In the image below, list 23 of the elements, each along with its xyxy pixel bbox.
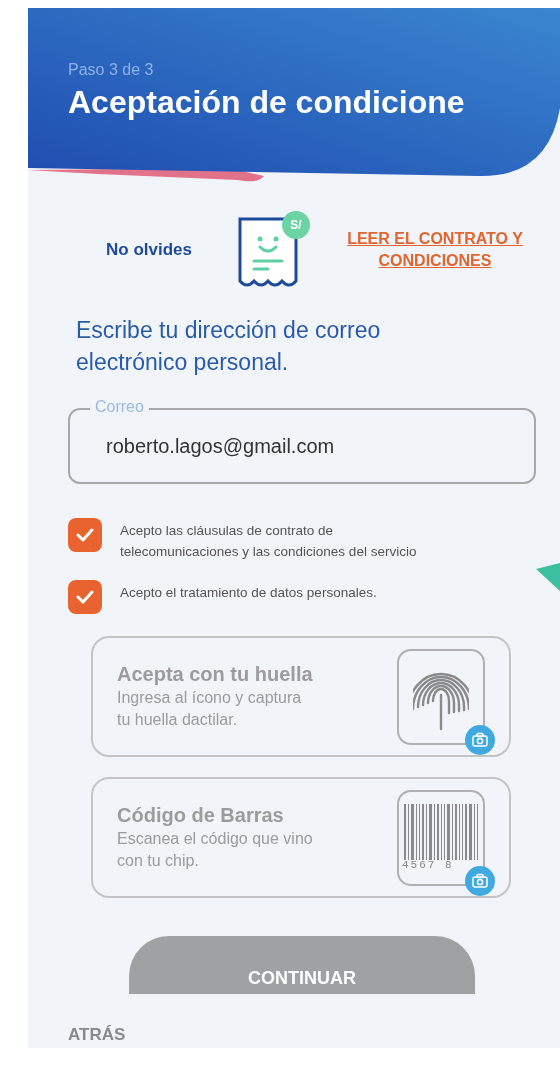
back-link[interactable]: ATRÁS — [68, 1022, 126, 1048]
option-description: Ingresa al ícono y captura tu huella dactilar. — [117, 688, 303, 730]
reminder-label: No olvides — [106, 239, 193, 262]
option-title: Código de Barras — [117, 803, 285, 828]
consent-label: Acepto las cláusulas de contrato de telecomunicaciones y las condiciones del servicio — [120, 522, 418, 561]
barcode-digits: 4567 8 — [402, 860, 454, 871]
contract-link[interactable]: LEER EL CONTRATO Y CONDICIONES — [330, 228, 540, 272]
barcode-icon — [402, 804, 480, 860]
check-icon — [76, 528, 94, 542]
option-title: Acepta con tu huella — [117, 662, 314, 687]
email-value: roberto.lagos@gmail.com — [106, 434, 335, 459]
check-icon — [76, 590, 94, 604]
checkbox[interactable] — [68, 580, 102, 614]
camera-icon — [465, 724, 495, 755]
step-indicator: Paso 3 de 3 — [68, 60, 155, 80]
email-prompt: Escribe tu dirección de correo electrónico personal. — [76, 316, 382, 377]
camera-icon — [465, 865, 495, 896]
checkbox[interactable] — [68, 518, 102, 552]
currency-badge: S/ — [282, 211, 310, 239]
option-description: Escanea el código que vino con tu chip. — [117, 829, 314, 871]
page-title: Aceptación de condicione — [68, 83, 466, 122]
consent-label: Acepto el tratamiento de datos personales. — [120, 584, 378, 602]
decorative-triangle — [536, 563, 560, 593]
